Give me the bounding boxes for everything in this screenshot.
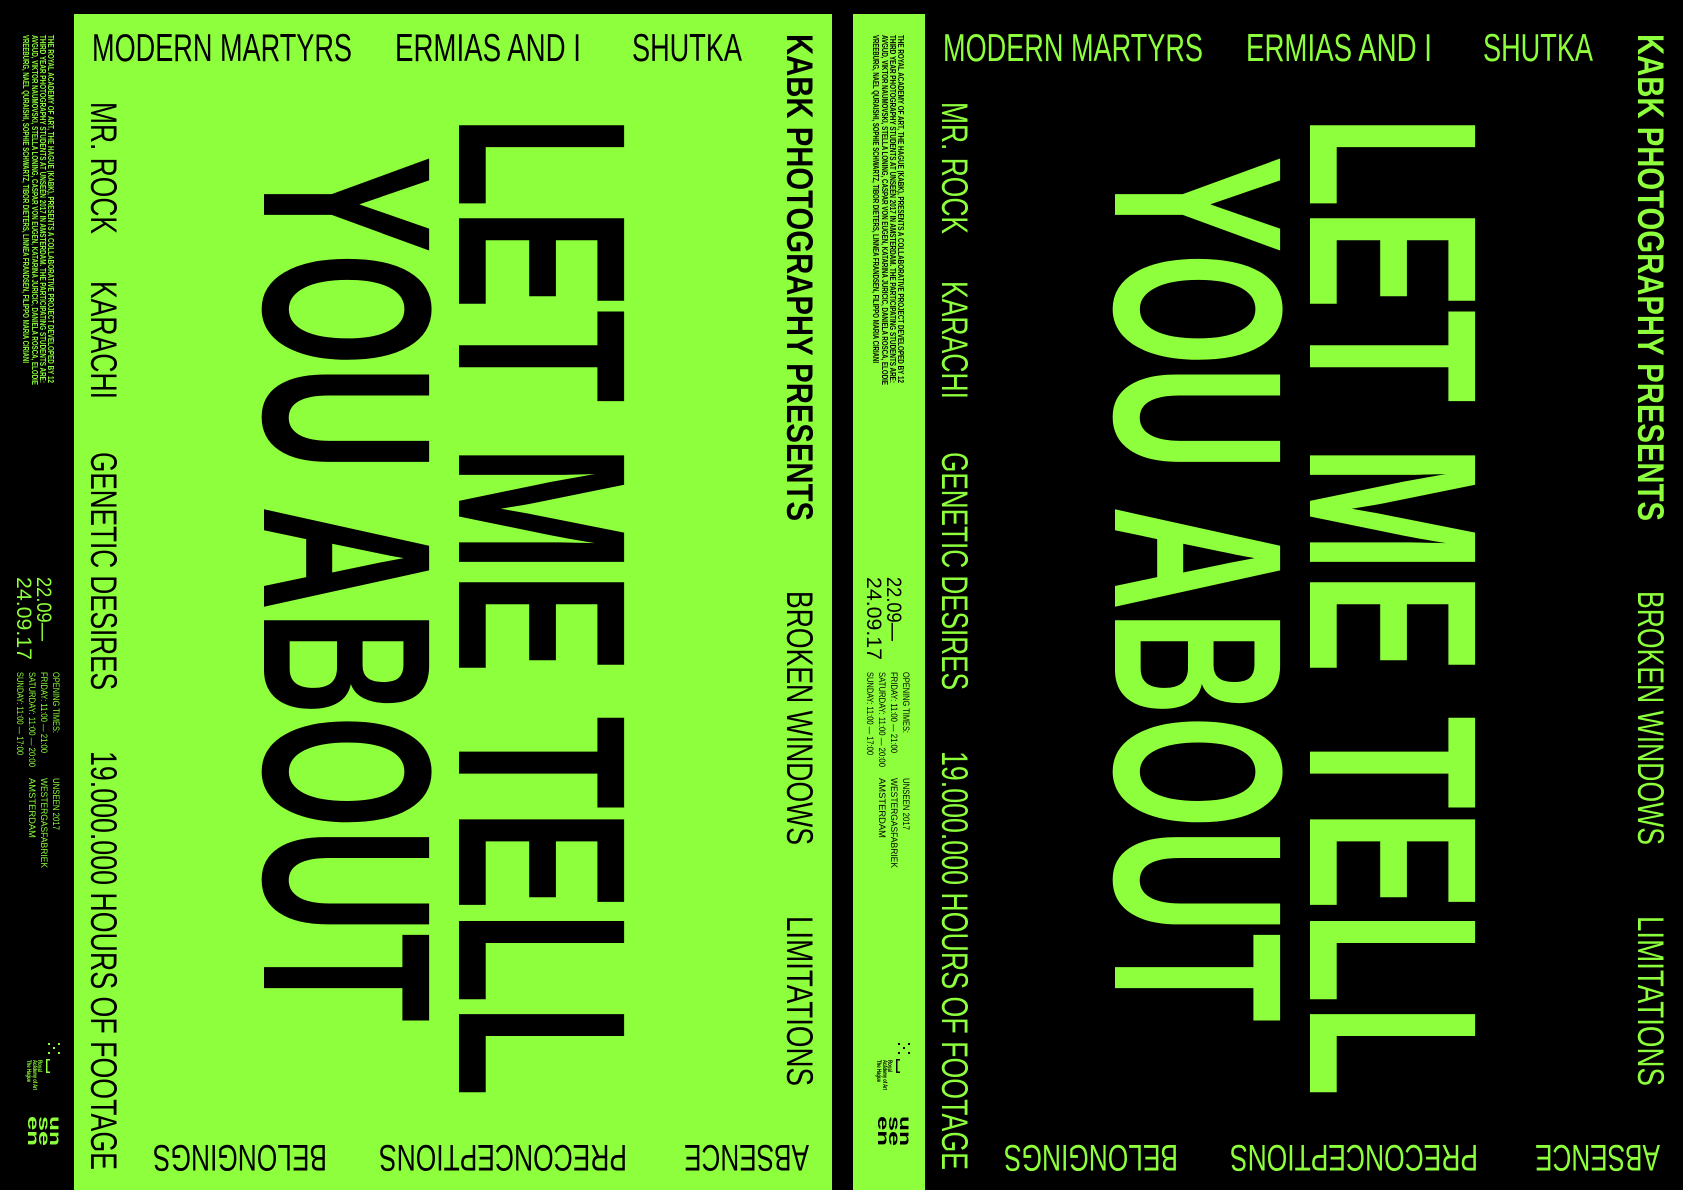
project-title-top: MODERN MARTYRS <box>92 27 352 70</box>
main-title-line: YOU ABOUT <box>213 156 481 1022</box>
logo-dot-icon <box>58 1043 60 1045</box>
project-title-bottom: PRECONCEPTIONS <box>379 1137 627 1178</box>
opening-times-line: SUNDAY: 11:00 — 17:00 <box>865 672 875 755</box>
project-title-left: KARACHI <box>83 281 124 399</box>
main-title-line: YOU ABOUT <box>1064 156 1332 1022</box>
logo-bracket-icon <box>896 1059 898 1073</box>
project-title-left: MR. ROCK <box>83 102 124 234</box>
project-title-bottom: ABSENCE <box>1535 1137 1660 1178</box>
description-line: AVGUD, VIKTOR NAUMOVSKI, STELLA LONING, … <box>880 35 889 386</box>
project-title-bottom: BELONGINGS <box>1004 1137 1178 1178</box>
poster-spread: THE ROYAL ACADEMY OF ART, THE HAGUE (KAB… <box>0 0 1683 1190</box>
unseen-logo: unseen <box>24 1116 63 1146</box>
opening-times-line: OPENING TIMES: <box>51 672 61 733</box>
logo-dot-icon <box>898 1043 900 1045</box>
kabk-logo-text: The Hague <box>25 1060 31 1082</box>
poster-panel-green: MODERN MARTYRS ERMIAS AND I SHUTKA MR. ROCK… <box>74 14 832 1190</box>
project-title-top: ERMIAS AND I <box>1246 27 1432 70</box>
opening-times-line: OPENING TIMES: <box>901 672 911 733</box>
project-title-left: GENETIC DESIRES <box>934 452 975 690</box>
project-title-right: LIMITATIONS <box>1630 916 1671 1086</box>
venue-line: UNSEEN 2017 <box>51 778 61 830</box>
venue-line: AMSTERDAM <box>877 778 887 838</box>
project-title-top: SHUTKA <box>632 27 742 70</box>
project-title-top: ERMIAS AND I <box>395 27 581 70</box>
venue-line: WESTERGASFABRIEK <box>889 778 899 868</box>
logo-bracket-icon <box>896 1071 900 1073</box>
venue-line: AMSTERDAM <box>27 778 37 838</box>
kabk-logo-text: The Hague <box>875 1060 881 1082</box>
logo-dot-icon <box>53 1047 55 1049</box>
logo-dot-icon <box>58 1052 60 1054</box>
venue-line: UNSEEN 2017 <box>901 778 911 830</box>
presenter-heading: KABK PHOTOGRAPHY PRESENTS <box>779 34 820 521</box>
project-title-left: 19.000.000 HOURS OF FOOTAGE <box>83 751 124 1170</box>
project-title-left: 19.000.000 HOURS OF FOOTAGE <box>934 751 975 1170</box>
logo-dot-icon <box>903 1047 905 1049</box>
description-line: VREEBURG, NAEL QURAISHI, SOPHIE SCHWARTZ… <box>21 35 30 363</box>
presenter-heading: KABK PHOTOGRAPHY PRESENTS <box>1630 34 1671 521</box>
description-line: VREEBURG, NAEL QURAISHI, SOPHIE SCHWARTZ… <box>871 35 880 363</box>
project-title-right: LIMITATIONS <box>779 916 820 1086</box>
project-title-left: KARACHI <box>934 281 975 399</box>
logo-dot-icon <box>48 1043 50 1045</box>
project-title-bottom: PRECONCEPTIONS <box>1230 1137 1478 1178</box>
logo-bracket-icon <box>46 1059 48 1073</box>
description-line: AVGUD, VIKTOR NAUMOVSKI, STELLA LONING, … <box>30 35 39 386</box>
opening-times-line: FRIDAY: 11:00 — 21:00 <box>39 672 49 753</box>
project-title-bottom: BELONGINGS <box>153 1137 327 1178</box>
logo-dot-icon <box>898 1052 900 1054</box>
logo-dot-icon <box>908 1043 910 1045</box>
info-strip-green: THE ROYAL ACADEMY OF ART, THE HAGUE (KAB… <box>853 14 925 1190</box>
project-title-right: BROKEN WINDOWS <box>1630 591 1671 845</box>
unseen-logo-text: en <box>874 1116 891 1146</box>
logo-dot-icon <box>48 1052 50 1054</box>
opening-times-line: SUNDAY: 11:00 — 17:00 <box>15 672 25 755</box>
logo-bracket-icon <box>896 1059 900 1061</box>
logo-bracket-icon <box>46 1059 50 1061</box>
opening-times-line: SATURDAY: 11:00 — 20:00 <box>27 672 37 767</box>
exhibition-dates: 24.09.17 <box>12 577 35 660</box>
logo-bracket-icon <box>46 1071 50 1073</box>
exhibition-dates: 24.09.17 <box>862 577 885 660</box>
unseen-logo-text: en <box>24 1116 41 1146</box>
project-title-bottom: ABSENCE <box>684 1137 809 1178</box>
project-title-right: BROKEN WINDOWS <box>779 591 820 845</box>
opening-times-line: FRIDAY: 11:00 — 21:00 <box>889 672 899 753</box>
logo-dot-icon <box>908 1052 910 1054</box>
project-title-top: MODERN MARTYRS <box>943 27 1203 70</box>
project-title-left: MR. ROCK <box>934 102 975 234</box>
unseen-logo: unseen <box>874 1116 913 1146</box>
opening-times-line: SATURDAY: 11:00 — 20:00 <box>877 672 887 767</box>
project-title-top: SHUTKA <box>1483 27 1593 70</box>
project-title-left: GENETIC DESIRES <box>83 452 124 690</box>
poster-panel-black: MODERN MARTYRS ERMIAS AND I SHUTKA MR. ROCK… <box>925 14 1683 1190</box>
venue-line: WESTERGASFABRIEK <box>39 778 49 868</box>
